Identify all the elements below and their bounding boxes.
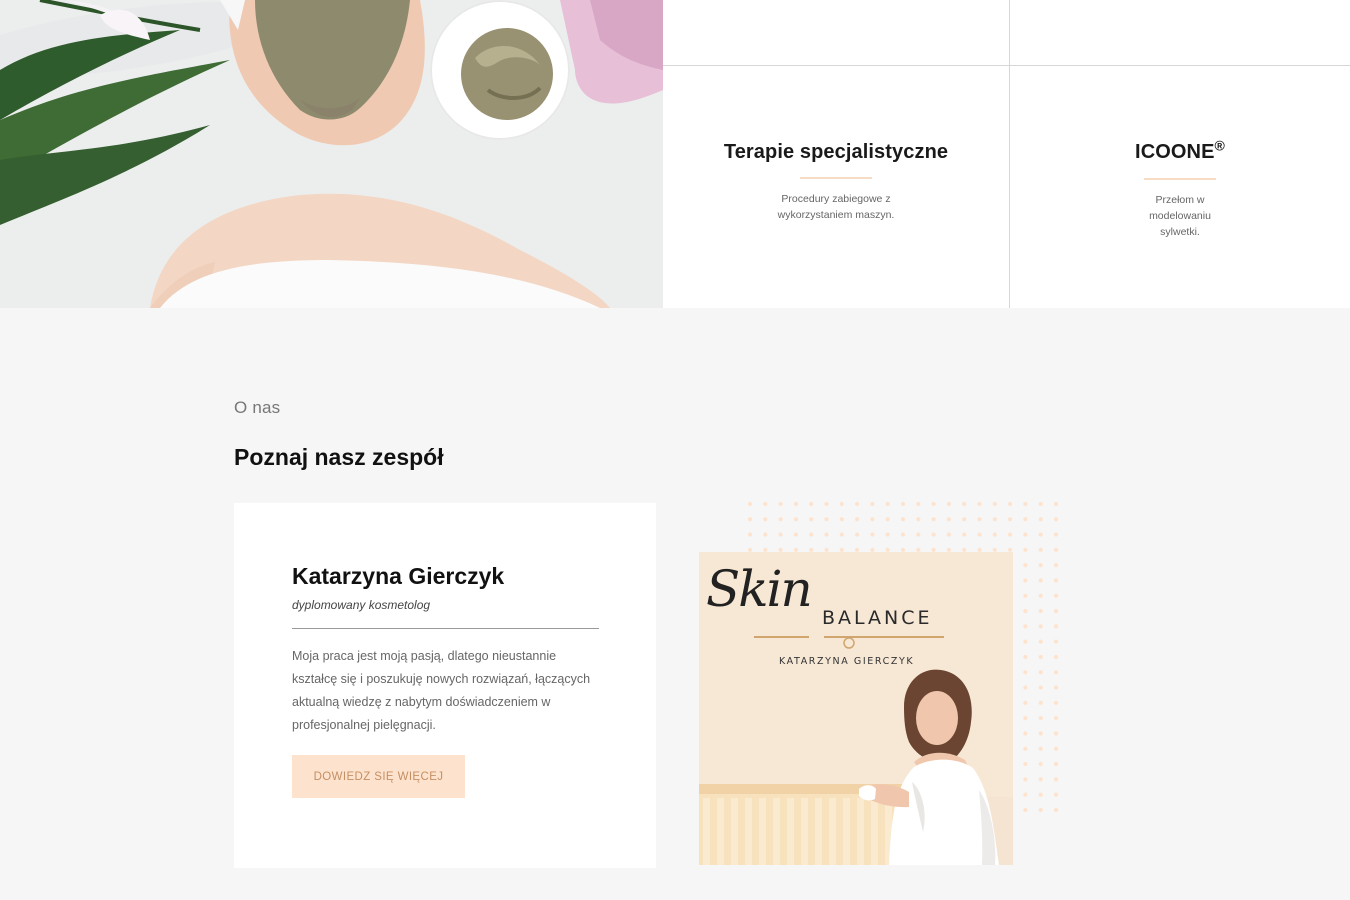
service-divider bbox=[1144, 178, 1216, 180]
service-title: Terapie specjalistyczne bbox=[723, 141, 949, 163]
sign-owner-text: KATARZYNA GIERCZYK bbox=[779, 656, 915, 667]
service-card-terapie[interactable]: Terapie specjalistyczne Procedury zabieg… bbox=[663, 66, 1009, 308]
registered-trademark: ® bbox=[1214, 137, 1225, 154]
member-name: Katarzyna Gierczyk bbox=[292, 563, 505, 589]
team-member-card: Katarzyna Gierczyk dyplomowany kosmetolo… bbox=[234, 503, 656, 868]
service-divider bbox=[800, 177, 872, 179]
sign-brand-text: BALANCE bbox=[822, 607, 933, 629]
team-member-photo: Skin BALANCE KATARZYNA GIERCZYK bbox=[699, 552, 1013, 865]
service-title: ICOONE® bbox=[1135, 137, 1225, 163]
about-section: O nas Poznaj nasz zespół Katarzyna Gierc… bbox=[0, 308, 1350, 900]
services-grid: Terapie specjalistyczne Procedury zabieg… bbox=[663, 0, 1350, 308]
member-role: dyplomowany kosmetolog bbox=[292, 598, 431, 612]
services-section: Terapie specjalistyczne Procedury zabieg… bbox=[0, 0, 1350, 308]
service-description: Przełom w modelowaniu sylwetki. bbox=[1149, 194, 1211, 238]
section-heading: Poznaj nasz zespół bbox=[234, 444, 444, 470]
member-bio: Moja praca jest moją pasją, dlatego nieu… bbox=[292, 649, 591, 732]
section-eyebrow: O nas bbox=[234, 398, 281, 417]
hero-photo-facial-mask bbox=[0, 0, 663, 308]
learn-more-button[interactable]: DOWIEDZ SIĘ WIĘCEJ bbox=[292, 755, 465, 798]
service-card-icoone[interactable]: ICOONE® Przełom w modelowaniu sylwetki. bbox=[1010, 66, 1350, 308]
service-description: Procedury zabiegowe z wykorzystaniem mas… bbox=[777, 193, 895, 221]
sign-script-text: Skin bbox=[706, 560, 813, 618]
member-divider bbox=[292, 628, 599, 629]
